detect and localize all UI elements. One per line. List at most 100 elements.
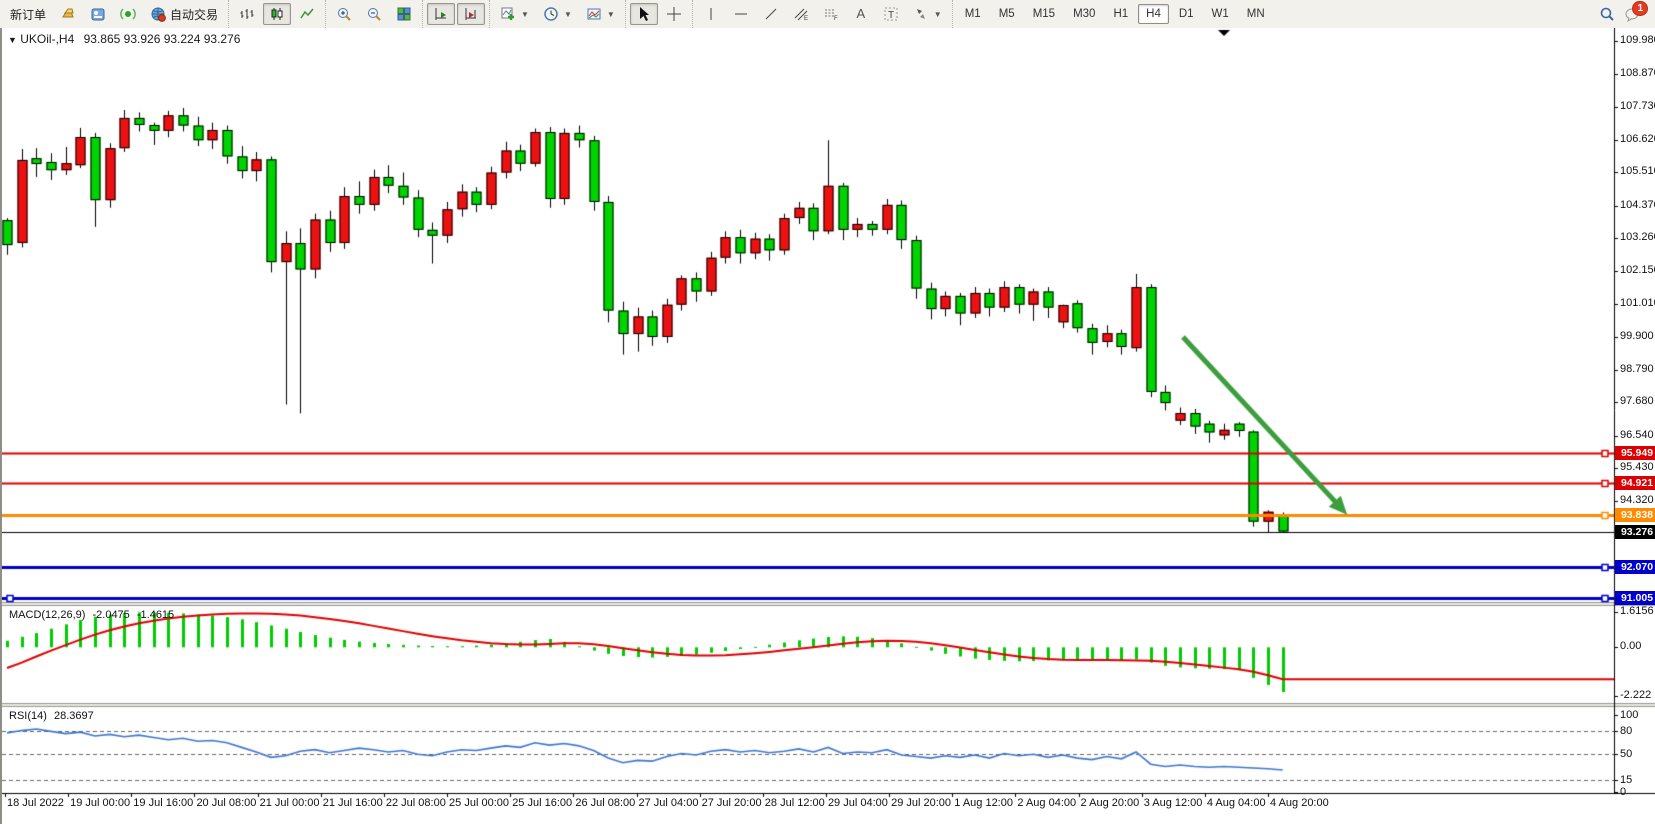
- rsi-name: RSI(14): [9, 710, 47, 722]
- zoom-out-icon: [366, 6, 382, 22]
- price-tick-label: 106.620: [1620, 133, 1655, 145]
- date-tick-label: 29 Jul 20:00: [891, 797, 951, 809]
- price-tick-label: 108.870: [1620, 67, 1655, 79]
- chart-shift-button[interactable]: [457, 3, 485, 25]
- equidistant-channel-icon: E: [793, 6, 809, 22]
- svg-text:E: E: [804, 16, 808, 22]
- price-tick-label: 105.510: [1620, 165, 1655, 177]
- date-tick-label: 19 Jul 16:00: [133, 797, 193, 809]
- date-tick-label: 3 Aug 12:00: [1144, 797, 1203, 809]
- new-order-button[interactable]: 新订单: [4, 3, 52, 26]
- svg-text:T: T: [888, 10, 894, 21]
- zoom-in-icon: [336, 6, 352, 22]
- auto-trading-button[interactable]: 自动交易: [144, 3, 224, 26]
- price-tick-label: 99.900: [1620, 330, 1654, 342]
- timeframe-button-H1[interactable]: H1: [1105, 4, 1136, 24]
- date-tick-label: 2 Aug 20:00: [1081, 797, 1140, 809]
- toolbar-group-cursor: [625, 0, 692, 28]
- price-line-badge: 93.838: [1615, 508, 1655, 522]
- rsi-tick-label: 0: [1620, 786, 1626, 798]
- timeframe-button-M1[interactable]: M1: [957, 4, 989, 24]
- date-tick-label: 4 Aug 20:00: [1270, 797, 1329, 809]
- text-tool-button[interactable]: A: [847, 3, 875, 25]
- bar-chart-icon: [239, 6, 255, 22]
- period-caret[interactable]: ▼: [564, 10, 572, 19]
- chart-shift-icon: [463, 6, 479, 22]
- date-tick-label: 25 Jul 00:00: [449, 797, 509, 809]
- timeframe-button-D1[interactable]: D1: [1171, 4, 1202, 24]
- tile-windows-button[interactable]: [390, 3, 418, 25]
- price-tick-label: 94.320: [1620, 494, 1654, 506]
- date-tick-label: 19 Jul 00:00: [70, 797, 130, 809]
- timeframe-button-W1[interactable]: W1: [1204, 4, 1237, 24]
- timeframe-button-M15[interactable]: M15: [1025, 4, 1063, 24]
- crosshair-icon: [666, 6, 682, 22]
- chart-window: ▼ UKOil-,H4 93.865 93.926 93.224 93.276 …: [0, 28, 1655, 824]
- date-tick-label: 2 Aug 04:00: [1017, 797, 1076, 809]
- add-indicator-button[interactable]: ▼: [494, 3, 535, 25]
- line-chart-button[interactable]: [293, 3, 321, 25]
- horizontal-line-tool-button[interactable]: [727, 3, 755, 25]
- toolbar-group-indicators: ▼ ▼ ▼: [489, 0, 625, 28]
- price-line-badge: 92.070: [1615, 560, 1655, 574]
- price-tick-label: 97.680: [1620, 395, 1654, 407]
- cursor-icon: [636, 6, 652, 22]
- rsi-value: 28.3697: [54, 710, 94, 722]
- macd-tick-label: 0.00: [1620, 640, 1641, 652]
- market-watch-button[interactable]: [54, 3, 82, 25]
- channel-tool-button[interactable]: E: [787, 3, 815, 25]
- bar-chart-button[interactable]: [233, 3, 261, 25]
- timeframe-button-M30[interactable]: M30: [1065, 4, 1103, 24]
- timeframe-button-H4[interactable]: H4: [1138, 4, 1169, 24]
- fibonacci-tool-button[interactable]: F: [817, 3, 845, 25]
- date-tick-label: 27 Jul 04:00: [639, 797, 699, 809]
- auto-trading-label: 自动交易: [170, 6, 218, 23]
- trendline-tool-button[interactable]: [757, 3, 785, 25]
- chart-collapse-icon[interactable]: ▼: [8, 35, 17, 45]
- profile-button[interactable]: [84, 3, 112, 25]
- svg-text:F: F: [834, 16, 838, 22]
- date-tick-label: 20 Jul 08:00: [196, 797, 256, 809]
- cursor-button[interactable]: [630, 3, 658, 25]
- timeframe-button-MN[interactable]: MN: [1239, 4, 1273, 24]
- date-tick-label: 1 Aug 12:00: [954, 797, 1013, 809]
- timeframe-button-M5[interactable]: M5: [991, 4, 1023, 24]
- chart-title: ▼ UKOil-,H4 93.865 93.926 93.224 93.276: [8, 32, 240, 46]
- price-tick-label: 98.790: [1620, 363, 1654, 375]
- arrows-tool-icon: [913, 6, 929, 22]
- price-tick-label: 107.730: [1620, 100, 1655, 112]
- label-tool-icon: T: [883, 6, 899, 22]
- notifications-icon[interactable]: 1: [1625, 6, 1641, 22]
- zoom-out-button[interactable]: [360, 3, 388, 25]
- date-tick-label: 4 Aug 04:00: [1207, 797, 1266, 809]
- chart-symbol-period: UKOil-,H4: [20, 32, 74, 46]
- search-icon[interactable]: [1599, 6, 1615, 22]
- signal-icon: [120, 6, 136, 22]
- price-chart-canvas[interactable]: [2, 28, 1655, 824]
- horizontal-line-icon: [733, 6, 749, 22]
- toolbar-group-chart-type: [228, 0, 325, 28]
- price-tick-label: 101.010: [1620, 297, 1655, 309]
- auto-scroll-button[interactable]: [427, 3, 455, 25]
- template-caret[interactable]: ▼: [607, 10, 615, 19]
- arrows-tool-button[interactable]: ▼: [907, 3, 948, 25]
- rsi-label: RSI(14) 28.3697: [9, 710, 94, 722]
- add-indicator-caret[interactable]: ▼: [521, 10, 529, 19]
- period-button[interactable]: ▼: [537, 3, 578, 25]
- macd-signal-value: -1.4615: [137, 609, 174, 621]
- crosshair-button[interactable]: [660, 3, 688, 25]
- main-toolbar: 新订单 自动交易: [0, 0, 1655, 29]
- vertical-line-tool-button[interactable]: [697, 3, 725, 25]
- template-button[interactable]: ▼: [580, 3, 621, 25]
- date-tick-label: 29 Jul 04:00: [828, 797, 888, 809]
- arrows-tool-caret[interactable]: ▼: [934, 10, 942, 19]
- label-tool-button[interactable]: T: [877, 3, 905, 25]
- line-chart-icon: [299, 6, 315, 22]
- price-line-badge: 93.276: [1615, 525, 1655, 539]
- macd-tick-label: -2.222: [1620, 689, 1651, 701]
- price-line-badge: 95.949: [1615, 446, 1655, 460]
- signal-button[interactable]: [114, 3, 142, 25]
- vertical-line-icon: [703, 6, 719, 22]
- candlestick-chart-button[interactable]: [263, 3, 291, 25]
- zoom-in-button[interactable]: [330, 3, 358, 25]
